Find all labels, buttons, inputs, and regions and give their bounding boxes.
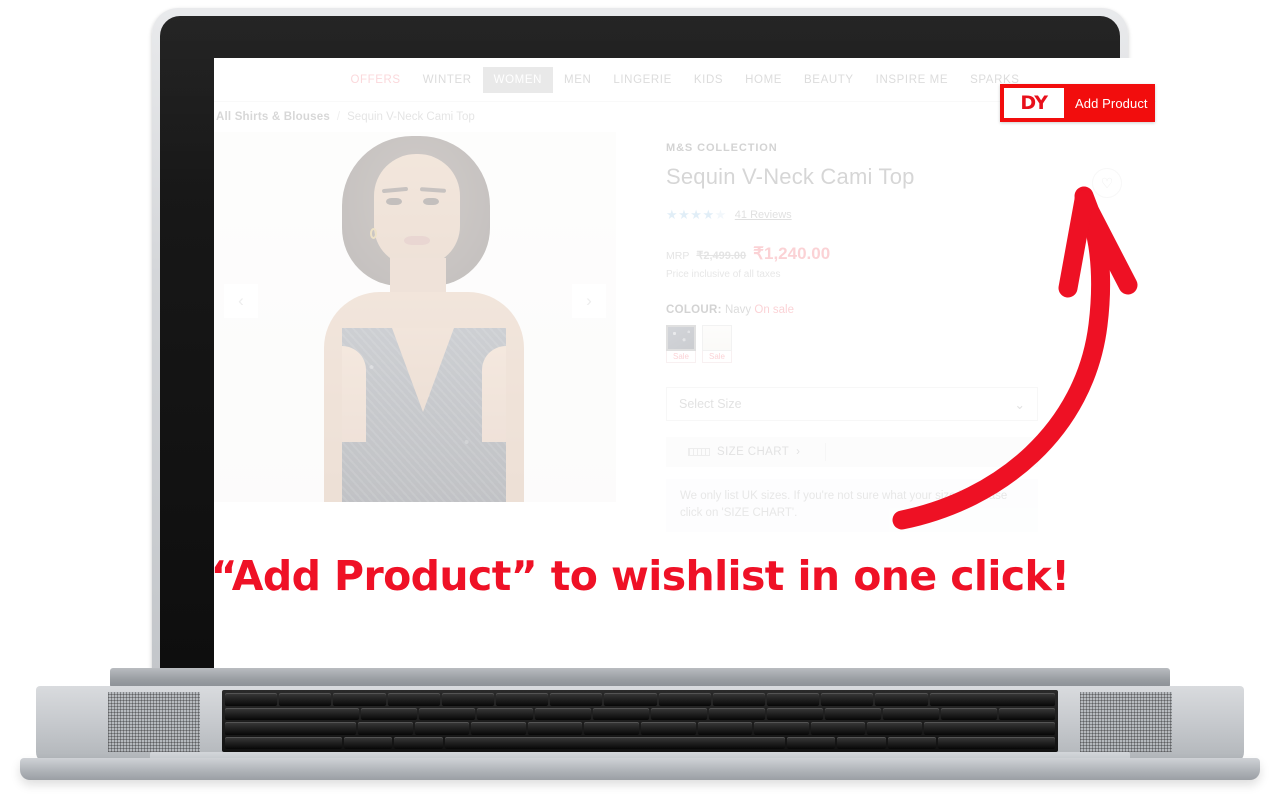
gallery-next-icon[interactable]: › [572, 284, 606, 318]
promo-caption: “Add Product” to wishlist in one click! [210, 552, 1070, 600]
swatch-navy-tag: Sale [666, 351, 696, 363]
star-half: ★ [714, 207, 727, 222]
swatch-navy[interactable]: Sale [666, 325, 696, 363]
page-title: Sequin V-Neck Cami Top [666, 164, 915, 189]
model-face [374, 154, 460, 266]
swatch-cream[interactable]: Sale [702, 325, 732, 363]
keyboard-row [225, 736, 1056, 749]
breadcrumb-parent[interactable]: All Shirts & Blouses [216, 111, 330, 123]
nav-item-home[interactable]: HOME [734, 67, 793, 93]
model-eye-right [423, 198, 439, 205]
laptop-foot [20, 758, 1260, 780]
speaker-grille-right [1080, 692, 1172, 752]
shoulder-left [342, 346, 366, 442]
nav-item-kids[interactable]: KIDS [683, 67, 734, 93]
keyboard-row [225, 707, 1055, 720]
laptop-hinge [110, 668, 1170, 688]
breadcrumb-current: Sequin V-Neck Cami Top [347, 111, 475, 123]
star-rating: ★★★★★ [666, 207, 727, 223]
breadcrumb-separator: / [336, 111, 341, 123]
size-chart-label[interactable]: SIZE CHART [717, 446, 789, 458]
shoulder-right [482, 346, 506, 442]
sale-price: ₹1,240.00 [753, 244, 831, 263]
on-sale-tag: On sale [754, 304, 795, 316]
divider [825, 443, 827, 461]
swatch-cream-chip[interactable] [702, 325, 732, 351]
model-earring [370, 228, 377, 239]
dy-logo: DY [1004, 88, 1064, 118]
keyboard-row [225, 693, 1055, 706]
gallery-prev-icon[interactable]: ‹ [224, 284, 258, 318]
size-chart-chevron-icon: › [796, 446, 801, 458]
promo-graphic: OFFERS WINTER WOMEN MEN LINGERIE KIDS HO… [0, 0, 1280, 800]
colour-value: Navy [724, 304, 752, 316]
stars-full: ★★★★ [666, 207, 715, 222]
product-gallery[interactable]: ‹ › [214, 132, 616, 502]
nav-item-beauty[interactable]: BEAUTY [793, 67, 865, 93]
keyboard [222, 690, 1058, 752]
nav-item-lingerie[interactable]: LINGERIE [602, 67, 682, 93]
keyboard-row [225, 722, 1055, 735]
nav-item-inspire-me[interactable]: INSPIRE ME [865, 67, 959, 93]
product-image [214, 132, 616, 502]
nav-item-winter[interactable]: WINTER [412, 67, 483, 93]
nav-item-offers[interactable]: OFFERS [339, 67, 411, 93]
annotation-arrow [892, 186, 1138, 530]
mrp-label: MRP [666, 250, 690, 262]
colour-label: COLOUR: [666, 304, 722, 316]
model-lips [404, 236, 430, 245]
add-product-label: Add Product [1075, 95, 1148, 111]
reviews-link[interactable]: 41 Reviews [735, 209, 792, 221]
nav-item-men[interactable]: MEN [553, 67, 602, 93]
add-product-button[interactable]: DY Add Product [1000, 84, 1155, 122]
swatch-navy-chip[interactable] [666, 325, 696, 351]
model-eye-left [386, 198, 402, 205]
nav-item-women[interactable]: WOMEN [482, 66, 554, 93]
speaker-grille-left [108, 692, 200, 752]
size-select-placeholder: Select Size [679, 397, 742, 411]
ruler-icon [688, 448, 710, 456]
swatch-cream-tag: Sale [702, 351, 732, 363]
original-price: ₹2,499.00 [696, 250, 747, 262]
